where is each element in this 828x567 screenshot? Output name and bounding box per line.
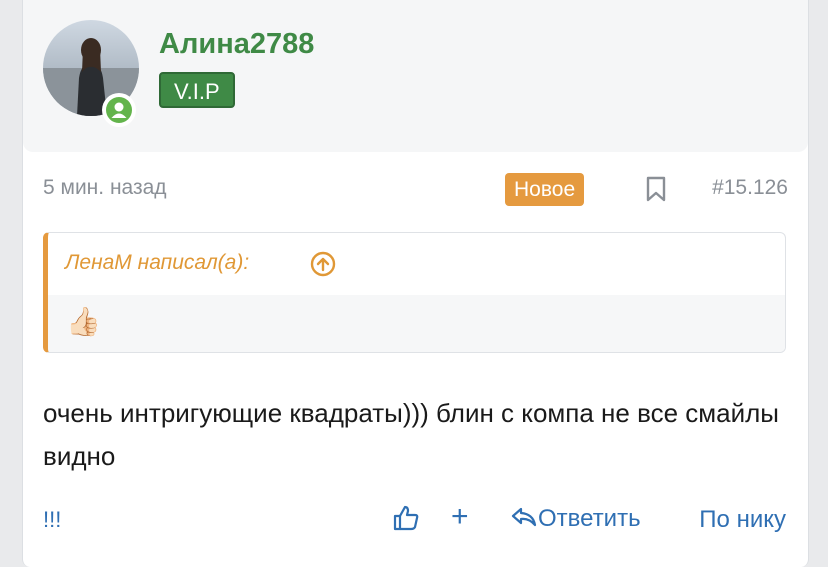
post-number[interactable]: #15.126 xyxy=(712,176,788,200)
reply-button[interactable]: Ответить xyxy=(510,505,641,535)
arrow-up-circle-icon[interactable] xyxy=(310,251,336,277)
online-indicator-icon xyxy=(102,93,136,127)
reply-icon xyxy=(510,505,538,529)
bookmark-icon[interactable] xyxy=(645,176,667,202)
post-author-header: Алина2788 V.I.P xyxy=(23,0,808,152)
user-title-badge: V.I.P xyxy=(159,72,235,108)
reply-label: Ответить xyxy=(538,505,641,532)
thumbs-up-emoji: 👍🏻 xyxy=(66,306,101,337)
add-reaction-button[interactable]: + xyxy=(451,500,469,534)
like-icon[interactable] xyxy=(392,504,420,532)
quote-content: 👍🏻 xyxy=(48,295,785,352)
author-username[interactable]: Алина2788 xyxy=(159,28,314,61)
post-time[interactable]: 5 мин. назад xyxy=(43,176,167,200)
mention-by-nick-button[interactable]: По нику xyxy=(699,506,786,534)
new-badge: Новое xyxy=(505,173,585,206)
quote-block: ЛенаМ написал(а): 👍🏻 xyxy=(43,232,786,353)
report-link[interactable]: !!! xyxy=(43,507,61,533)
post-card: Алина2788 V.I.P 5 мин. назад Новое #15.1… xyxy=(22,0,809,567)
quote-author[interactable]: ЛенаМ написал(а): xyxy=(65,251,249,275)
post-message: очень интригующие квадраты))) блин с ком… xyxy=(43,398,779,471)
